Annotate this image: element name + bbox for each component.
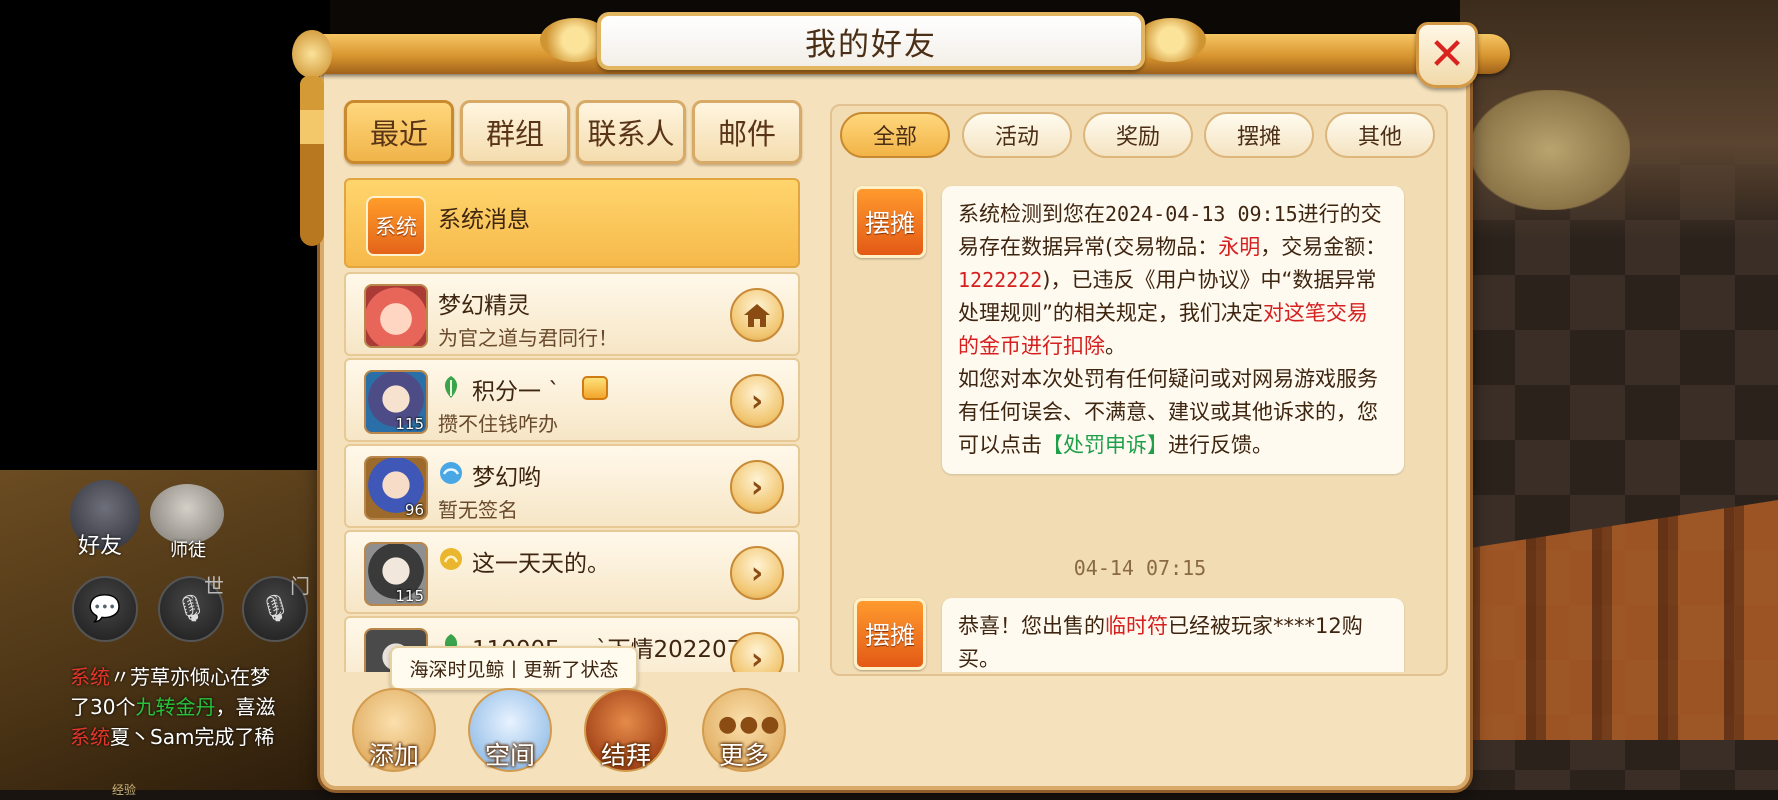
contact-name: 积分一 ` — [472, 379, 560, 405]
chat-line: 系统〃芳草亦倾心在梦 — [70, 662, 332, 692]
chat-bubble-button[interactable]: 💬 — [72, 576, 138, 642]
traded-item: 永明 — [1218, 235, 1261, 259]
contact-status: 为官之道与君同行！ — [438, 326, 618, 350]
microphone-icon: 🎙 — [258, 594, 292, 624]
open-chat-button[interactable]: › — [730, 460, 784, 514]
tab-contacts[interactable]: 联系人 — [576, 100, 686, 164]
hud-master-label: 师徒 — [170, 540, 206, 561]
cloud-ornament-right — [1136, 18, 1206, 62]
open-chat-button[interactable]: › — [730, 546, 784, 600]
space-label: 空间 — [484, 741, 535, 770]
message-text: ，交易金额： — [1260, 235, 1387, 259]
avatar: 96 — [364, 456, 428, 520]
stall-badge: 摆摊 — [854, 598, 926, 670]
chat-channel: 系统 — [70, 725, 110, 749]
contact-name: 系统消息 — [438, 207, 530, 233]
gold-swirl-icon — [440, 548, 462, 570]
chevron-right-icon: › — [750, 641, 764, 673]
message-bubble: 系统检测到您在2024-04-13 09:15进行的交易存在数据异常(交易物品：… — [942, 186, 1404, 474]
list-item-system[interactable]: 系统 系统消息 — [344, 178, 800, 268]
sworn-brother-label: 结拜 — [600, 741, 651, 770]
list-item[interactable]: 梦幻精灵 为官之道与君同行！ — [344, 272, 800, 356]
filter-all[interactable]: 全部 — [840, 112, 950, 158]
chat-bubble-icon: 💬 — [88, 594, 122, 624]
message-text: 。 — [1105, 334, 1126, 358]
list-item[interactable]: 96 梦幻哟 暂无签名 › — [344, 444, 800, 528]
tab-groups[interactable]: 群组 — [460, 100, 570, 164]
close-button[interactable]: ✕ — [1416, 22, 1478, 88]
microphone-icon: 🎙 — [174, 594, 208, 624]
message-timestamp: 04-14 07:15 — [1073, 556, 1207, 580]
page-title: 我的好友 — [805, 26, 937, 63]
system-badge: 系统 — [366, 196, 426, 256]
chat-line: 系统夏丶Sam完成了稀 — [70, 722, 332, 752]
filter-activity[interactable]: 活动 — [962, 112, 1072, 158]
leaf-icon — [444, 376, 458, 398]
vip-icon — [582, 376, 608, 400]
background-rug — [1470, 90, 1630, 210]
more-label: 更多 — [718, 741, 769, 770]
filter-other[interactable]: 其他 — [1325, 112, 1435, 158]
filter-reward[interactable]: 奖励 — [1083, 112, 1193, 158]
master-avatar-icon[interactable] — [150, 484, 224, 544]
message-list[interactable]: 摆摊 系统检测到您在2024-04-13 09:15进行的交易存在数据异常(交易… — [840, 172, 1440, 672]
trade-amount: 1222222 — [958, 268, 1043, 292]
message-bubble: 恭喜！您出售的临时符已经被玩家****12购买。 — [942, 598, 1404, 672]
level-badge: 115 — [395, 415, 424, 433]
add-friend-label: 添加 — [368, 741, 419, 770]
tab-mail[interactable]: 邮件 — [692, 100, 802, 164]
level-badge: 96 — [404, 501, 424, 519]
title-plate: 我的好友 — [597, 12, 1145, 70]
close-icon: ✕ — [1428, 29, 1466, 80]
avatar: 115 — [364, 370, 428, 434]
contact-status: 暂无签名 — [438, 498, 518, 522]
contact-name: 这一天天的。 — [472, 551, 610, 577]
chat-text: 夏丶Sam完成了稀 — [110, 725, 275, 749]
avatar: 115 — [364, 542, 428, 606]
message-text: 系统检测到您在 — [958, 202, 1105, 226]
contact-name: 梦幻哟 — [472, 465, 541, 491]
home-button[interactable] — [730, 288, 784, 342]
chat-log[interactable]: 系统〃芳草亦倾心在梦 了30个九转金丹，喜滋 系统夏丶Sam完成了稀 — [70, 662, 332, 752]
sold-item: 临时符 — [1105, 614, 1168, 638]
list-item[interactable]: 115 积分一 ` 攒不住钱咋办 › — [344, 358, 800, 442]
appeal-link[interactable]: 【处罚申诉】 — [1042, 433, 1168, 457]
chevron-right-icon: › — [750, 555, 764, 591]
game-scene: 好友 师徒 💬 🎙 世 🎙 门 系统〃芳草亦倾心在梦 了30个九转金丹，喜滋 系… — [0, 0, 1778, 800]
tassel-ornament — [300, 76, 324, 246]
chat-highlight: 九转金丹 — [135, 695, 216, 719]
chat-text: ，喜滋 — [215, 695, 276, 719]
tab-recent[interactable]: 最近 — [344, 100, 454, 164]
chat-text: 了30个 — [70, 695, 136, 719]
hud-friend-label: 好友 — [78, 534, 123, 559]
water-swirl-icon — [440, 462, 462, 484]
rail-cap-ornament — [292, 30, 332, 78]
contact-status: 攒不住钱咋办 — [438, 412, 558, 436]
message-datetime: 2024-04-13 09:15 — [1105, 202, 1298, 226]
message-text: 恭喜！您出售的 — [958, 614, 1105, 638]
chevron-right-icon: › — [750, 469, 764, 505]
contact-list[interactable]: 系统 系统消息 梦幻精灵 为官之道与君同行！ 115 积分一 ` 攒不住钱咋办 … — [344, 176, 800, 672]
sect-channel-tag: 门 — [290, 574, 310, 598]
chat-text: 〃芳草亦倾心在梦 — [110, 665, 270, 689]
world-channel-tag: 世 — [204, 574, 224, 598]
chat-line: 了30个九转金丹，喜滋 — [70, 692, 332, 722]
status-update-tooltip: 海深时见鲸丨更新了状态 — [390, 646, 638, 690]
list-item[interactable]: 115 这一天天的。 › — [344, 530, 800, 614]
experience-bar — [0, 790, 1778, 800]
stall-badge: 摆摊 — [854, 186, 926, 258]
filter-stall[interactable]: 摆摊 — [1204, 112, 1314, 158]
open-chat-button[interactable]: › — [730, 374, 784, 428]
open-chat-button[interactable]: › — [730, 632, 784, 672]
chevron-right-icon: › — [750, 383, 764, 419]
avatar — [364, 284, 428, 348]
level-badge: 115 — [395, 587, 424, 605]
contact-name: 梦幻精灵 — [438, 293, 530, 319]
message-text: 进行反馈。 — [1168, 433, 1273, 457]
home-icon — [744, 304, 770, 327]
experience-label: 经验 — [112, 783, 137, 797]
chat-channel: 系统 — [70, 665, 110, 689]
more-icon: ●●● — [718, 712, 782, 737]
